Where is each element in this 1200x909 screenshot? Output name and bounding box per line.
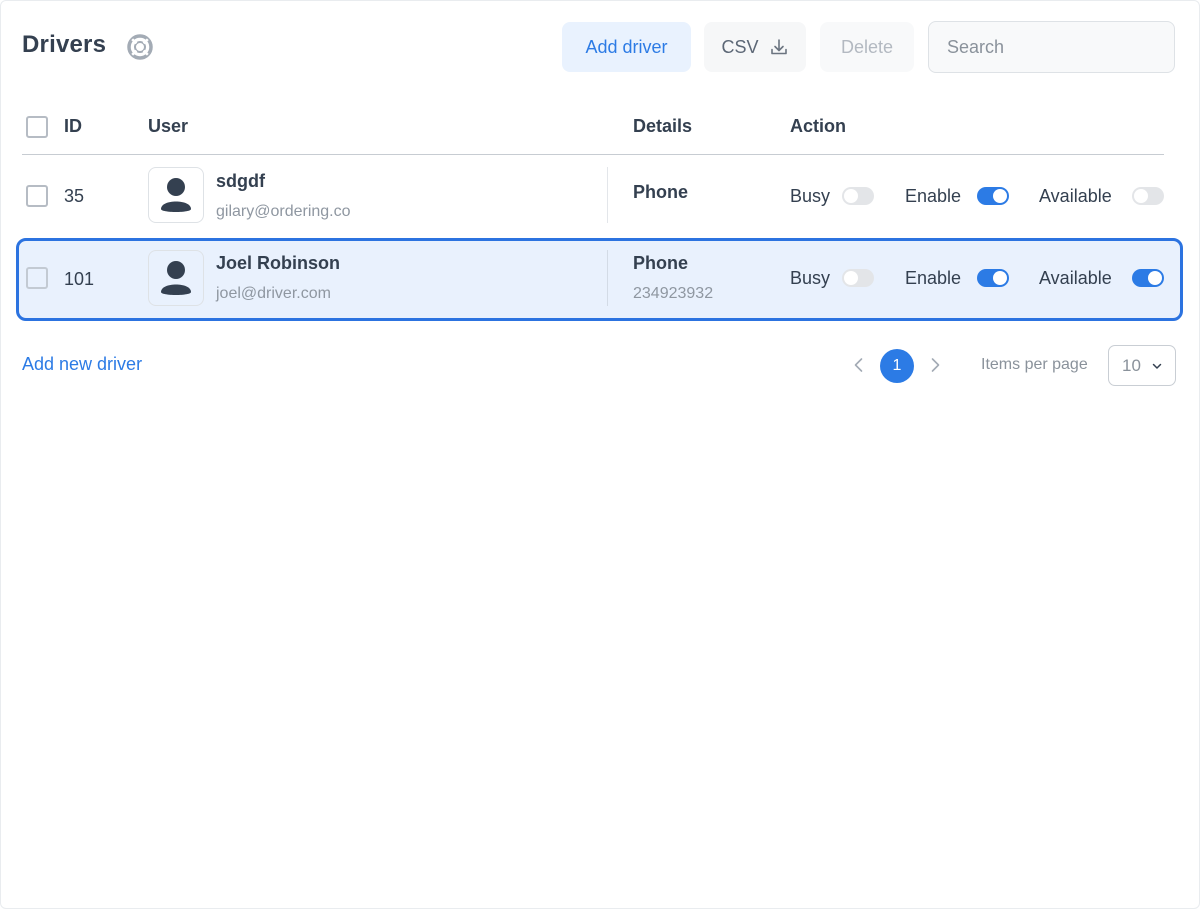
- chevron-right-icon[interactable]: [925, 355, 945, 375]
- items-per-page-value: 10: [1122, 355, 1141, 375]
- user-avatar-icon: [161, 261, 191, 295]
- available-label: Available: [1039, 268, 1112, 288]
- busy-label: Busy: [790, 186, 831, 206]
- driver-email: gilary@ordering.co: [216, 203, 351, 220]
- avatar: [148, 167, 204, 223]
- row-checkbox[interactable]: [26, 185, 48, 207]
- driver-email: joel@driver.com: [216, 285, 331, 302]
- header-divider: [22, 154, 1164, 155]
- search-input[interactable]: [947, 36, 1179, 58]
- drivers-panel: Drivers Add driver CSV Delete ID User De…: [0, 0, 1200, 909]
- download-icon: [770, 39, 787, 55]
- available-toggle[interactable]: [1132, 269, 1164, 287]
- user-avatar-icon: [161, 178, 191, 212]
- avatar: [148, 250, 204, 306]
- page-title: Drivers: [22, 31, 107, 58]
- column-header-user[interactable]: User: [148, 116, 188, 137]
- detail-label: Phone: [633, 253, 689, 273]
- cell-divider: [607, 167, 608, 223]
- column-header-id[interactable]: ID: [64, 116, 82, 137]
- chevron-left-icon[interactable]: [849, 355, 869, 375]
- busy-toggle[interactable]: [842, 269, 874, 287]
- items-per-page-select[interactable]: 10: [1108, 345, 1176, 386]
- driver-id: 35: [64, 186, 85, 206]
- detail-label: Phone: [633, 182, 689, 202]
- enable-toggle[interactable]: [977, 187, 1009, 205]
- enable-toggle[interactable]: [977, 269, 1009, 287]
- csv-export-button[interactable]: CSV: [704, 22, 806, 72]
- select-all-checkbox[interactable]: [26, 116, 48, 138]
- detail-phone-value: 234923932: [633, 285, 714, 302]
- driver-name: sdgdf: [216, 171, 265, 191]
- cell-divider: [607, 250, 608, 306]
- delete-button[interactable]: Delete: [820, 22, 914, 72]
- search-box: [928, 21, 1179, 73]
- row-checkbox[interactable]: [26, 267, 48, 289]
- enable-label: Enable: [905, 186, 962, 206]
- busy-toggle[interactable]: [842, 187, 874, 205]
- chevron-down-icon: [1152, 363, 1162, 369]
- enable-label: Enable: [905, 268, 962, 288]
- column-header-details[interactable]: Details: [633, 116, 692, 137]
- busy-label: Busy: [790, 268, 831, 288]
- delete-label: Delete: [840, 36, 894, 57]
- driver-name: Joel Robinson: [216, 253, 341, 273]
- lifebuoy-help-icon[interactable]: [127, 34, 153, 60]
- add-driver-label: Add driver: [585, 36, 668, 57]
- available-label: Available: [1039, 186, 1112, 206]
- add-driver-button[interactable]: Add driver: [562, 22, 691, 72]
- csv-label: CSV: [721, 36, 759, 57]
- column-header-action[interactable]: Action: [790, 116, 846, 137]
- items-per-page-label: Items per page: [981, 356, 1088, 373]
- driver-id: 101: [64, 269, 95, 289]
- add-new-driver-link[interactable]: Add new driver: [22, 354, 142, 375]
- available-toggle[interactable]: [1132, 187, 1164, 205]
- page-number-current[interactable]: 1: [880, 349, 914, 383]
